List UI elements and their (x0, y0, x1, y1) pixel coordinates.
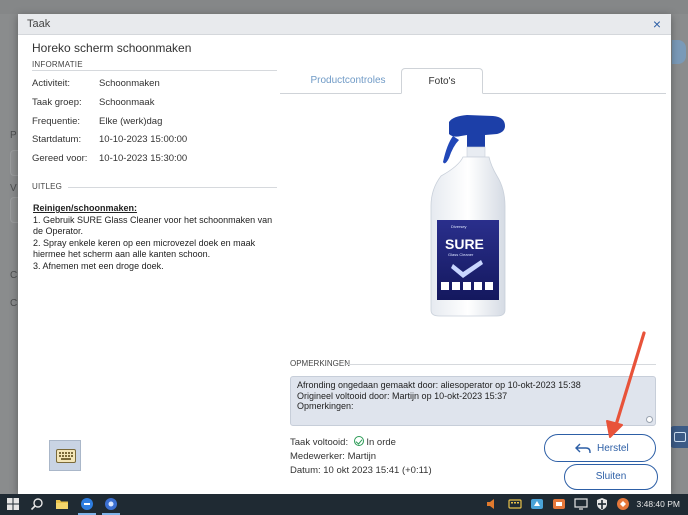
windows-start-icon[interactable] (6, 497, 20, 511)
instructions-line: 2. Spray enkele keren op een microvezel … (33, 237, 256, 248)
background-label: C (10, 270, 18, 281)
status-date-label: Datum: (290, 465, 321, 476)
status-completed-value: In orde (366, 437, 396, 448)
taskbar-clock[interactable]: 3:48:40 PM (637, 499, 680, 509)
app-icon[interactable] (80, 497, 94, 511)
sprayer-trigger (443, 136, 459, 164)
label-pictogram (463, 282, 471, 290)
label-brand: Diversey (451, 224, 467, 229)
label-pictogram (485, 282, 493, 290)
file-explorer-icon[interactable] (55, 497, 69, 511)
product-photo: Diversey SURE Glass Cleaner (430, 115, 506, 317)
app-icon[interactable] (104, 497, 118, 511)
dialog-title: Taak (27, 18, 51, 30)
tab-fotos[interactable]: Foto's (401, 68, 483, 94)
info-value: 10-10-2023 15:30:00 (99, 153, 188, 164)
taskbar: 3:48:40 PM (0, 494, 688, 515)
info-value: Schoonmaken (99, 78, 160, 89)
restore-button-label: Herstel (597, 443, 629, 454)
background-label: P (10, 130, 17, 141)
label-pictogram (441, 282, 449, 290)
display-icon[interactable] (574, 497, 588, 511)
instructions-line: 3. Afnemen met een droge doek. (33, 260, 164, 271)
info-key: Startdatum: (32, 134, 82, 145)
keyboard-icon (56, 449, 76, 463)
task-title: Horeko scherm schoonmaken (32, 41, 192, 55)
sprayer-head (449, 115, 505, 147)
instructions-text: Reinigen/schoonmaken: 1. Gebruik SURE Gl… (33, 203, 283, 272)
close-icon[interactable]: × (653, 17, 661, 31)
background-label: V (10, 183, 17, 194)
info-section-label: INFORMATIE (32, 60, 83, 69)
status-employee-label: Medewerker: (290, 451, 345, 462)
uitleg-section-label: UITLEG (32, 182, 63, 191)
label-sub: Glass Cleaner (448, 252, 474, 257)
volume-icon[interactable] (485, 497, 499, 511)
info-key: Activiteit: (32, 78, 71, 89)
label-pictogram (474, 282, 482, 290)
status-date: Datum: 10 okt 2023 15:41 (+0:11) (290, 465, 432, 476)
remarks-line: Afronding ongedaan gemaakt door: aliesop… (297, 380, 581, 390)
status-completed: Taak voltooid: In orde (290, 436, 396, 448)
section-divider (346, 364, 656, 365)
keyboard-button[interactable] (49, 440, 81, 471)
keyboard-tray-icon[interactable] (508, 497, 522, 511)
background-topbar (0, 0, 688, 14)
info-value: Schoonmaak (99, 97, 155, 108)
remarks-section-label: OPMERKINGEN (290, 359, 351, 368)
instructions-line: de Operator. (33, 226, 84, 236)
status-employee: Medewerker: Martijn (290, 451, 376, 462)
tab-productcontroles[interactable]: Productcontroles (298, 68, 398, 94)
bottle-neck (466, 146, 486, 158)
info-value: 10-10-2023 15:00:00 (99, 134, 188, 145)
remarks-line: Opmerkingen: (297, 401, 354, 411)
instructions-line: hiermee het scherm aan alle kanten schoo… (33, 249, 211, 259)
app-tray-icon[interactable] (552, 497, 566, 511)
notification-app-icon[interactable] (616, 497, 630, 511)
label-pictogram (452, 282, 460, 290)
label-name: SURE (445, 236, 484, 252)
shield-icon[interactable] (595, 497, 609, 511)
background-label: C (10, 298, 18, 309)
task-dialog: Taak × Horeko scherm schoonmaken INFORMA… (18, 14, 671, 494)
info-key: Taak groep: (32, 97, 82, 108)
remarks-textarea[interactable]: Afronding ongedaan gemaakt door: aliesop… (290, 376, 656, 426)
restore-button[interactable]: Herstel (544, 434, 656, 462)
section-divider (32, 70, 277, 71)
instructions-heading: Reinigen/schoonmaken: (33, 203, 138, 213)
background-logo (672, 40, 686, 64)
instructions-line: 1. Gebruik SURE Glass Cleaner voor het s… (33, 214, 273, 225)
status-completed-label: Taak voltooid: (290, 437, 349, 448)
remarks-line: Origineel voltooid door: Martijn op 10-o… (297, 390, 508, 401)
info-key: Gereed voor: (32, 153, 88, 164)
section-divider (68, 187, 277, 188)
close-button[interactable]: Sluiten (564, 464, 658, 490)
dialog-header: Taak × (18, 14, 671, 35)
network-app-icon[interactable] (530, 497, 544, 511)
search-icon[interactable] (30, 497, 44, 511)
background-side-button[interactable] (670, 426, 688, 448)
info-value: Elke (werk)dag (99, 116, 163, 127)
undo-icon (575, 443, 591, 453)
check-circle-icon (353, 436, 364, 446)
resize-handle[interactable] (646, 416, 653, 423)
status-employee-value: Martijn (347, 451, 377, 462)
info-key: Frequentie: (32, 116, 81, 127)
status-date-value: 10 okt 2023 15:41 (+0:11) (323, 465, 432, 476)
